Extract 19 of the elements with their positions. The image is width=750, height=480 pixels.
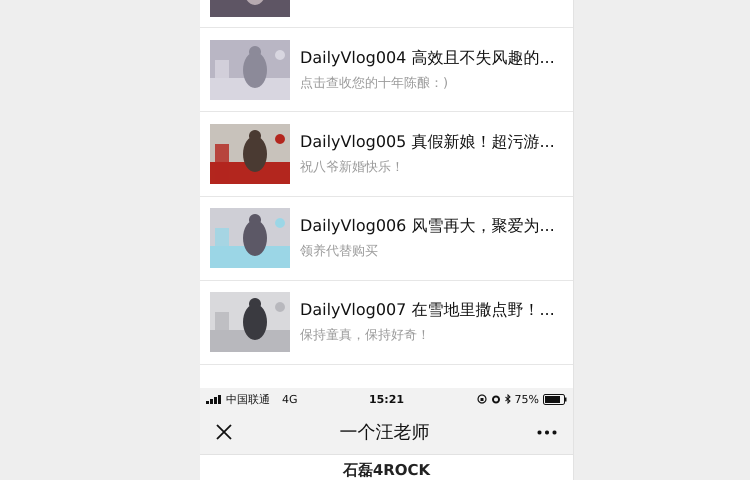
more-icon[interactable] xyxy=(537,430,557,435)
article-summary: 领养代替购买 xyxy=(300,243,379,260)
article-summary: 点击查收您的十年陈酿：) xyxy=(300,74,450,92)
battery-icon xyxy=(543,394,567,405)
battery-percent: 75% xyxy=(514,392,539,406)
account-name: 石磊4ROCK xyxy=(342,460,430,480)
article-summary: 保持童真，保持好奇！ xyxy=(300,327,431,344)
close-icon[interactable] xyxy=(216,424,232,440)
article-summary: 祝八爷新婚快乐！ xyxy=(300,158,405,176)
article-title[interactable]: DailyVlog007 在雪地里撒点野！... xyxy=(300,300,555,322)
article-title[interactable]: DailyVlog006 风雪再大，聚爱为... xyxy=(300,216,555,238)
status-time: 15:21 xyxy=(368,392,404,406)
article-title[interactable]: DailyVlog005 真假新娘！超污游... xyxy=(300,132,555,153)
signal-icon xyxy=(206,394,222,404)
article-title[interactable]: DailyVlog004 高效且不失风趣的... xyxy=(300,48,555,69)
nav-title: 一个汪老师 xyxy=(340,421,430,444)
carrier-name: 中国联通 xyxy=(226,392,270,407)
bluetooth-icon xyxy=(504,394,511,404)
network-type: 4G xyxy=(282,392,298,406)
